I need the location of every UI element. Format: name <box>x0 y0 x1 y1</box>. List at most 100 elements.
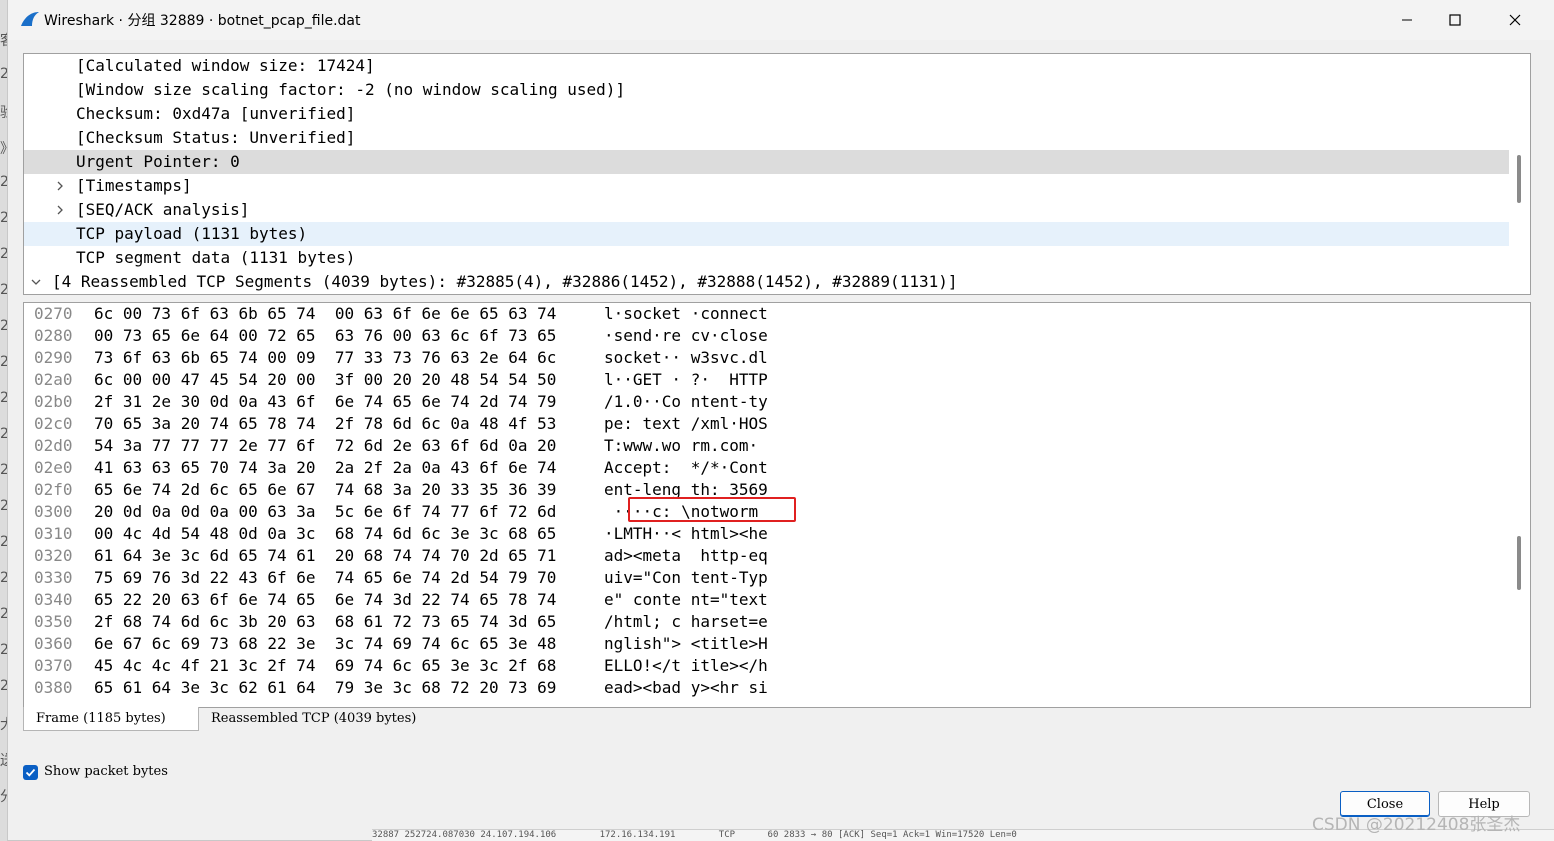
hex-offset: 02a0 <box>34 370 73 389</box>
hex-offset: 0360 <box>34 634 73 653</box>
maximize-icon <box>1449 14 1461 26</box>
title-bar: Wireshark · 分组 32889 · botnet_pcap_file.… <box>8 0 1554 40</box>
tree-row[interactable]: [SEQ/ACK analysis] <box>24 198 1509 222</box>
packet-details-tree[interactable]: [Calculated window size: 17424] [Window s… <box>23 53 1531 295</box>
tree-row[interactable]: [Window size scaling factor: -2 (no wind… <box>24 78 1509 102</box>
hex-row[interactable]: 0380 65 61 64 3e 3c 62 61 64 79 3e 3c 68 … <box>24 677 1509 699</box>
close-window-button[interactable] <box>1492 6 1538 34</box>
wireshark-fin-icon <box>21 12 39 26</box>
background-glyph: 分 <box>0 789 8 805</box>
tree-row[interactable]: Checksum: 0xd47a [unverified] <box>24 102 1509 126</box>
hex-row[interactable]: 02e0 41 63 63 65 70 74 3a 20 2a 2f 2a 0a … <box>24 457 1509 479</box>
hex-offset: 0280 <box>34 326 73 345</box>
hex-offset: 0320 <box>34 546 73 565</box>
maximize-button[interactable] <box>1432 6 1478 34</box>
hex-ascii: ·send·re cv·close <box>604 326 768 345</box>
tree-row[interactable]: TCP payload (1131 bytes) <box>24 222 1509 246</box>
hex-ascii: l·socket ·connect <box>604 304 768 323</box>
hex-bytes: 73 6f 63 6b 65 74 00 09 77 33 73 76 63 2… <box>94 348 557 367</box>
tree-row[interactable]: [Timestamps] <box>24 174 1509 198</box>
hex-row[interactable]: 02a0 6c 00 00 47 45 54 20 00 3f 00 20 20 … <box>24 369 1509 391</box>
hex-row[interactable]: 02c0 70 65 3a 20 74 65 78 74 2f 78 6d 6c … <box>24 413 1509 435</box>
tree-row[interactable]: TCP segment data (1131 bytes) <box>24 246 1509 270</box>
hex-bytes: 75 69 76 3d 22 43 6f 6e 74 65 6e 74 2d 5… <box>94 568 557 587</box>
hex-bytes: 6e 67 6c 69 73 68 22 3e 3c 74 69 74 6c 6… <box>94 634 557 653</box>
background-glyph: 2 <box>0 354 8 370</box>
hex-row[interactable]: 0330 75 69 76 3d 22 43 6f 6e 74 65 6e 74 … <box>24 567 1509 589</box>
hex-offset: 02d0 <box>34 436 73 455</box>
hex-row[interactable]: 0350 2f 68 74 6d 6c 3b 20 63 68 61 72 73 … <box>24 611 1509 633</box>
hex-ascii: /1.0··Co ntent-ty <box>604 392 768 411</box>
hex-offset: 0310 <box>34 524 73 543</box>
hex-ascii: ead><bad y><hr si <box>604 678 768 697</box>
hex-offset: 0380 <box>34 678 73 697</box>
hex-row[interactable]: 02b0 2f 31 2e 30 0d 0a 43 6f 6e 74 65 6e … <box>24 391 1509 413</box>
hex-row[interactable]: 0280 00 73 65 6e 64 00 72 65 63 76 00 63 … <box>24 325 1509 347</box>
hex-bytes: 2f 31 2e 30 0d 0a 43 6f 6e 74 65 6e 74 2… <box>94 392 557 411</box>
show-packet-bytes-checkbox[interactable] <box>23 765 38 780</box>
hex-bytes: 2f 68 74 6d 6c 3b 20 63 68 61 72 73 65 7… <box>94 612 557 631</box>
hex-row[interactable]: 02d0 54 3a 77 77 77 2e 77 6f 72 6d 2e 63 … <box>24 435 1509 457</box>
hex-offset: 02e0 <box>34 458 73 477</box>
background-glyph: 2 <box>0 246 8 262</box>
hex-ascii: uiv="Con tent-Typ <box>604 568 768 587</box>
show-packet-bytes-label[interactable]: Show packet bytes <box>44 764 168 779</box>
background-glyph: 送 <box>0 753 8 769</box>
background-glyph: 2 <box>0 498 8 514</box>
background-glyph: 2 <box>0 174 8 190</box>
tree-scrollbar-thumb[interactable] <box>1517 155 1521 203</box>
chevron-right-icon[interactable] <box>54 204 66 216</box>
hex-row[interactable]: 0360 6e 67 6c 69 73 68 22 3e 3c 74 69 74 … <box>24 633 1509 655</box>
chevron-right-icon[interactable] <box>54 180 66 192</box>
packet-bytes-dialog: Wireshark · 分组 32889 · botnet_pcap_file.… <box>8 0 1554 840</box>
hex-bytes: 61 64 3e 3c 6d 65 74 61 20 68 74 74 70 2… <box>94 546 557 565</box>
hex-ascii: ad><meta http-eq <box>604 546 768 565</box>
hex-offset: 0350 <box>34 612 73 631</box>
background-glyph: 2 <box>0 678 8 694</box>
annotation-highlight-box <box>628 497 796 522</box>
background-glyph: 2 <box>0 534 8 550</box>
tab-frame[interactable]: Frame (1185 bytes) <box>23 707 199 731</box>
hex-offset: 0370 <box>34 656 73 675</box>
hex-row[interactable]: 0340 65 22 20 63 6f 6e 74 65 6e 74 3d 22 … <box>24 589 1509 611</box>
checkmark-icon <box>25 768 36 777</box>
hex-offset: 0290 <box>34 348 73 367</box>
background-glyph: 2 <box>0 390 8 406</box>
minimize-button[interactable] <box>1384 6 1430 34</box>
tree-row-text: [Checksum Status: Unverified] <box>76 128 356 147</box>
tree-row-text: Checksum: 0xd47a [unverified] <box>76 104 356 123</box>
background-glyph: 2 <box>0 606 8 622</box>
hex-ascii: ·LMTH··< html><he <box>604 524 768 543</box>
background-glyph: 2 <box>0 282 8 298</box>
background-glyph: 大 <box>0 717 8 733</box>
hex-ascii: T:www.wo rm.com· <box>604 436 768 455</box>
hex-ascii: nglish"> <title>H <box>604 634 768 653</box>
hex-ascii: Accept: */*·Cont <box>604 458 768 477</box>
background-glyph: 2 <box>0 318 8 334</box>
hex-offset: 02b0 <box>34 392 73 411</box>
hex-row[interactable]: 0370 45 4c 4c 4f 21 3c 2f 74 69 74 6c 65 … <box>24 655 1509 677</box>
hex-bytes: 20 0d 0a 0d 0a 00 63 3a 5c 6e 6f 74 77 6… <box>94 502 557 521</box>
hex-row[interactable]: 0290 73 6f 63 6b 65 74 00 09 77 33 73 76 … <box>24 347 1509 369</box>
hex-offset: 02c0 <box>34 414 73 433</box>
hex-row[interactable]: 0320 61 64 3e 3c 6d 65 74 61 20 68 74 74 … <box>24 545 1509 567</box>
tree-row[interactable]: [Checksum Status: Unverified] <box>24 126 1509 150</box>
tab-reassembled-tcp[interactable]: Reassembled TCP (4039 bytes) <box>199 707 459 731</box>
tree-row[interactable]: [4 Reassembled TCP Segments (4039 bytes)… <box>24 270 1509 294</box>
tree-row[interactable]: [Calculated window size: 17424] <box>24 54 1509 78</box>
hex-bytes: 6c 00 00 47 45 54 20 00 3f 00 20 20 48 5… <box>94 370 557 389</box>
hex-offset: 0270 <box>34 304 73 323</box>
hex-bytes: 6c 00 73 6f 63 6b 65 74 00 63 6f 6e 6e 6… <box>94 304 557 323</box>
chevron-down-icon[interactable] <box>30 276 42 288</box>
close-icon <box>1509 14 1521 26</box>
tree-row-text: TCP segment data (1131 bytes) <box>76 248 356 267</box>
hex-scrollbar-thumb[interactable] <box>1517 536 1521 590</box>
hex-row[interactable]: 0270 6c 00 73 6f 63 6b 65 74 00 63 6f 6e … <box>24 303 1509 325</box>
hex-row[interactable]: 0310 00 4c 4d 54 48 0d 0a 3c 68 74 6d 6c … <box>24 523 1509 545</box>
tree-row[interactable]: Urgent Pointer: 0 <box>24 150 1509 174</box>
hex-bytes: 65 22 20 63 6f 6e 74 65 6e 74 3d 22 74 6… <box>94 590 557 609</box>
tree-row-text: [Timestamps] <box>76 176 192 195</box>
background-glyph: 2 <box>0 570 8 586</box>
hex-ascii: /html; c harset=e <box>604 612 768 631</box>
minimize-icon <box>1402 19 1412 21</box>
